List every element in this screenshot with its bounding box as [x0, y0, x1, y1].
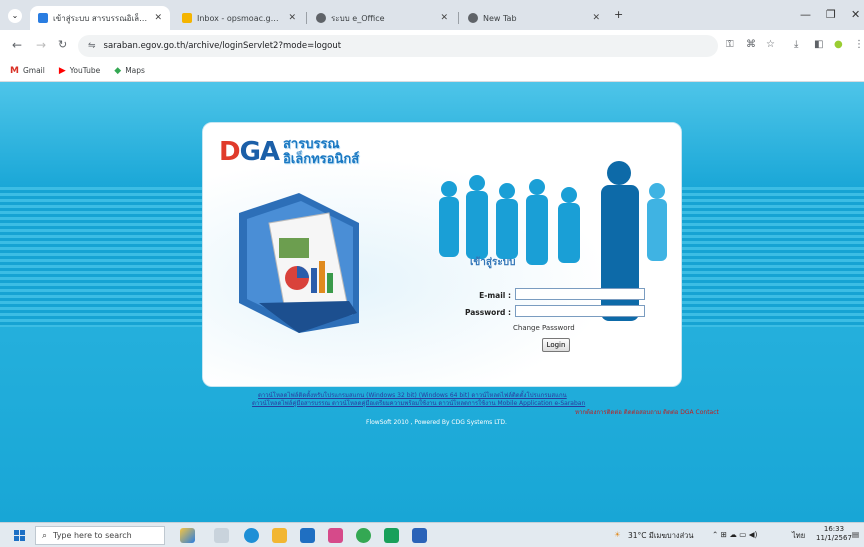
url-text: saraban.egov.go.th/archive/loginServlet2…	[103, 41, 342, 51]
widgets-icon[interactable]	[180, 528, 195, 543]
password-input[interactable]	[515, 305, 645, 317]
site-title: สารบรรณ อิเล็กทรอนิกส์	[283, 137, 360, 167]
email-label: E-mail :	[479, 291, 511, 300]
reload-icon[interactable]: ↻	[58, 38, 67, 51]
tab-new-tab[interactable]: New Tab ✕	[460, 6, 608, 30]
email-input[interactable]	[515, 288, 645, 300]
clock[interactable]: 16:33 11/1/2567	[816, 525, 852, 543]
store-icon[interactable]	[300, 528, 315, 543]
footer-credit: FlowSoft 2010 , Powered By CDG Systems L…	[366, 419, 507, 426]
app-icon[interactable]	[328, 528, 343, 543]
address-bar[interactable]: ⇋ saraban.egov.go.th/archive/loginServle…	[78, 35, 718, 57]
close-tab-icon[interactable]: ✕	[440, 13, 448, 23]
windows-taskbar: ⌕ Type here to search ☀ 31°C มีเมฆบางส่ว…	[0, 522, 864, 547]
weather-text[interactable]: 31°C มีเมฆบางส่วน	[628, 530, 693, 542]
dga-logo: DGA	[219, 137, 280, 167]
bookmark-gmail[interactable]: M Gmail	[10, 66, 45, 76]
documents-folder-illustration	[239, 193, 359, 333]
change-password-link[interactable]: Change Password	[513, 324, 575, 332]
extension-icon[interactable]: ●	[834, 39, 843, 50]
tab-separator	[306, 12, 307, 24]
download-icon[interactable]: ⤓	[794, 39, 798, 50]
bookmarks-bar: M Gmail ▶ YouTube ◆ Maps	[0, 60, 864, 82]
language-indicator[interactable]: ไทย	[792, 530, 805, 542]
password-key-icon[interactable]: ⚿	[726, 39, 734, 50]
download-links-line-2[interactable]: ดาวน์โหลดไฟล์คู่มือสารบรรณ ดาวน์โหลดคู่ม…	[252, 398, 585, 408]
bookmark-youtube[interactable]: ▶ YouTube	[59, 66, 100, 76]
file-explorer-icon[interactable]	[272, 528, 287, 543]
forward-icon[interactable]: →	[36, 38, 46, 52]
password-label: Password :	[464, 308, 511, 317]
saraban-favicon-icon	[38, 13, 48, 23]
tab-saraban-login[interactable]: เข้าสู่ระบบ สารบรรณอิเล็กทรอนิกส์ ✕	[30, 6, 170, 30]
windows-start-icon[interactable]	[14, 530, 25, 541]
maps-icon: ◆	[114, 65, 122, 76]
minimize-icon[interactable]: —	[800, 8, 811, 21]
restore-icon[interactable]: ❐	[826, 8, 836, 21]
weather-icon[interactable]: ☀	[614, 530, 621, 539]
login-button[interactable]: Login	[542, 338, 570, 352]
search-icon: ⌕	[42, 530, 48, 541]
close-window-icon[interactable]: ✕	[851, 8, 860, 21]
line-icon[interactable]	[384, 528, 399, 543]
browser-toolbar: ← → ↻ ⇋ saraban.egov.go.th/archive/login…	[0, 30, 864, 60]
tab-search-button[interactable]: ⌄	[8, 9, 22, 23]
edge-icon[interactable]	[244, 528, 259, 543]
page-background: DGA สารบรรณ อิเล็กทรอนิกส์ เข้าสู่ระบบ E…	[0, 82, 864, 522]
menu-icon[interactable]: ⋮	[854, 39, 864, 50]
tab-e-office[interactable]: ระบบ e_Office ✕	[308, 6, 456, 30]
tab-inbox[interactable]: Inbox - opsmoac.go.th - Smart ✕	[174, 6, 304, 30]
taskbar-search-box[interactable]: ⌕ Type here to search	[35, 526, 165, 545]
bookmark-star-icon[interactable]: ☆	[766, 39, 775, 50]
login-panel: DGA สารบรรณ อิเล็กทรอนิกส์ เข้าสู่ระบบ E…	[202, 122, 682, 387]
chrome-favicon-icon	[468, 13, 478, 23]
chrome-icon[interactable]	[356, 528, 371, 543]
system-tray-icons[interactable]: ⌃ ⊞ ☁ ▭ ◀)	[712, 530, 757, 539]
close-tab-icon[interactable]: ✕	[154, 13, 162, 23]
close-tab-icon[interactable]: ✕	[288, 13, 296, 23]
translate-icon[interactable]: ⌘	[746, 39, 756, 50]
back-icon[interactable]: ←	[12, 38, 22, 52]
globe-favicon-icon	[316, 13, 326, 23]
contact-link[interactable]: หากต้องการติดต่อ ติดต่อสอบถาม ติดต่อ DGA…	[575, 407, 719, 417]
browser-tab-strip: ⌄ เข้าสู่ระบบ สารบรรณอิเล็กทรอนิกส์ ✕ In…	[0, 0, 864, 30]
notification-icon[interactable]: ▤	[852, 530, 859, 539]
site-info-icon[interactable]: ⇋	[88, 41, 96, 51]
new-tab-button[interactable]: +	[614, 8, 623, 21]
task-view-icon[interactable]	[214, 528, 229, 543]
close-tab-icon[interactable]: ✕	[592, 13, 600, 23]
word-icon[interactable]	[412, 528, 427, 543]
bookmark-maps[interactable]: ◆ Maps	[114, 66, 145, 76]
tab-separator	[458, 12, 459, 24]
youtube-icon: ▶	[58, 65, 66, 76]
login-heading: เข้าสู่ระบบ	[470, 257, 516, 268]
mail-favicon-icon	[182, 13, 192, 23]
gmail-icon: M	[10, 65, 19, 76]
side-panel-icon[interactable]: ◧	[814, 39, 823, 50]
